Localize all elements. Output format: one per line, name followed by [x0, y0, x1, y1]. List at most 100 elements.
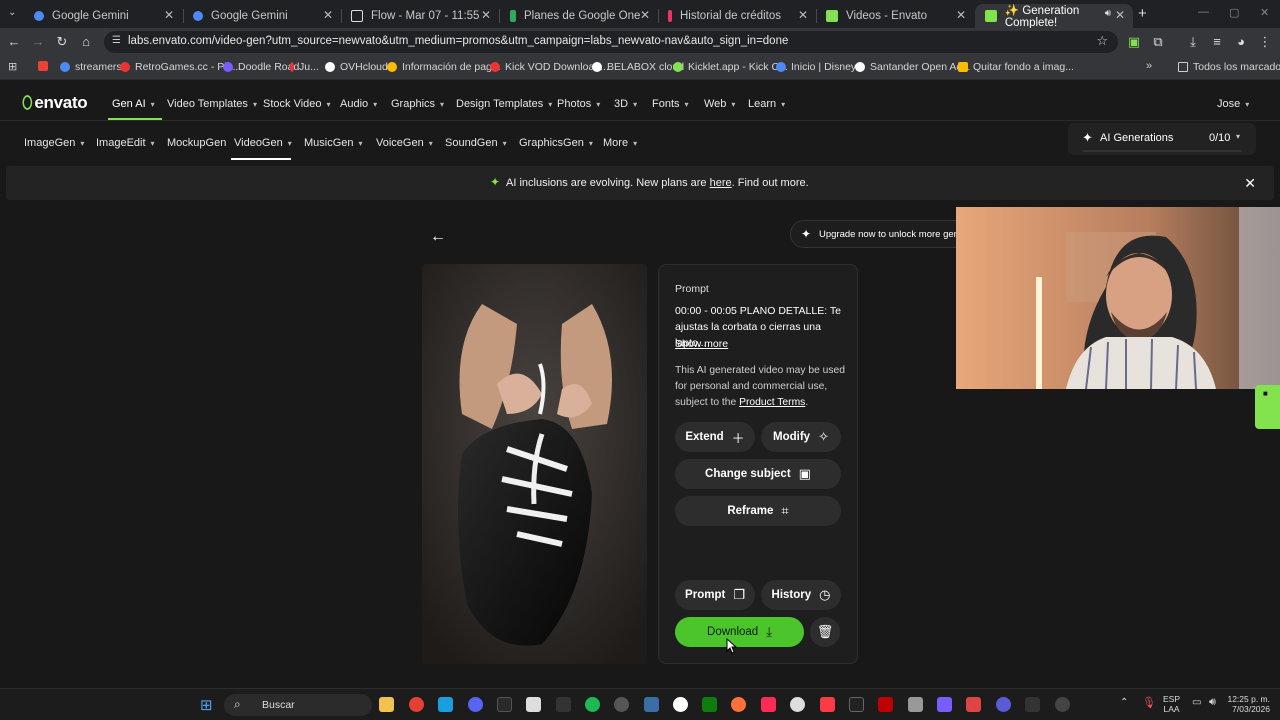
change-subject-button[interactable]: Change subject ▣ — [675, 459, 841, 489]
close-icon[interactable]: ✕ — [956, 8, 966, 22]
app-icon[interactable] — [497, 697, 512, 712]
4k-icon[interactable] — [614, 697, 629, 712]
speaker-icon[interactable]: 🔊︎ — [1105, 8, 1111, 19]
epic-games-icon[interactable] — [556, 697, 571, 712]
envato-logo[interactable]: ⬯ envato — [22, 93, 88, 113]
nav-gen-ai[interactable]: Gen AI ▾ — [112, 98, 155, 110]
subnav-videogen[interactable]: VideoGen ▾ — [234, 137, 292, 149]
clock[interactable]: 12:25 p. m. 7/03/2026 — [1225, 694, 1270, 714]
feedback-tab[interactable]: ■ — [1255, 385, 1280, 429]
minimize-icon[interactable]: — — [1198, 6, 1209, 18]
nav-fonts[interactable]: Fonts ▾ — [652, 98, 689, 110]
tab-google-gemini-1[interactable]: Google Gemini ✕ — [24, 4, 182, 28]
all-bookmarks[interactable]: Todos los marcadores — [1178, 61, 1280, 73]
modify-button[interactable]: Modify ✧ — [761, 422, 841, 452]
reframe-button[interactable]: Reframe ⌗ — [675, 496, 841, 526]
new-tab-icon[interactable]: + — [1138, 5, 1147, 22]
nav-learn[interactable]: Learn ▾ — [748, 98, 785, 110]
bookmark-belabox[interactable]: BELABOX cloud — [592, 61, 684, 73]
forward-icon[interactable]: → — [30, 34, 46, 49]
taskbar-search[interactable]: ⌕ Buscar — [224, 694, 372, 716]
nav-photos[interactable]: Photos ▾ — [557, 98, 600, 110]
telegram-icon[interactable] — [438, 697, 453, 712]
nav-video-templates[interactable]: Video Templates ▾ — [167, 98, 257, 110]
close-icon[interactable]: ✕ — [323, 8, 333, 22]
bookmark-disney[interactable]: Inicio | Disney+ — [776, 61, 862, 73]
volume-icon[interactable]: 🔊︎ — [1209, 696, 1216, 709]
show-more-link[interactable]: Show more — [675, 338, 728, 350]
bookmark-santander[interactable]: Santander Open Ac... — [855, 61, 970, 73]
subnav-graphicsgen[interactable]: GraphicsGen ▾ — [519, 137, 593, 149]
bookmark-gmail[interactable] — [38, 61, 53, 71]
tab-historial[interactable]: Historial de créditos ✕ — [658, 4, 816, 28]
tab-google-gemini-2[interactable]: Google Gemini ✕ — [183, 4, 341, 28]
app-icon-6[interactable] — [1055, 697, 1070, 712]
nav-stock-video[interactable]: Stock Video ▾ — [263, 98, 331, 110]
star-icon[interactable]: ☆ — [1096, 33, 1108, 49]
microphone-icon[interactable]: 🎙︎ — [1142, 696, 1156, 709]
profile-avatar-icon[interactable]: ◕ — [1233, 34, 1249, 49]
file-explorer-icon[interactable] — [379, 697, 394, 712]
bookmark-streamers[interactable]: streamers — [60, 61, 122, 73]
subnav-mockupgen[interactable]: MockupGen — [167, 137, 226, 149]
grid-app-icon[interactable] — [937, 697, 952, 712]
bookmark-kicklet[interactable]: Kicklet.app - Kick C... — [673, 61, 788, 73]
filezilla-icon[interactable] — [878, 697, 893, 712]
product-terms-link[interactable]: Product Terms — [739, 397, 805, 408]
ai-generations-counter[interactable]: ✦ AI Generations 0/10 ▾ — [1068, 123, 1256, 155]
apple-music-icon[interactable] — [820, 697, 835, 712]
download-icon[interactable]: ⤓ — [1185, 34, 1201, 50]
close-icon[interactable]: ✕ — [640, 8, 650, 22]
tab-search-icon[interactable]: ⌄ — [8, 7, 16, 18]
close-icon[interactable]: ✕ — [1115, 8, 1125, 22]
subnav-imageedit[interactable]: ImageEdit ▾ — [96, 137, 155, 149]
close-icon[interactable]: ✕ — [164, 8, 174, 22]
language-indicator[interactable]: ESP LAA — [1163, 694, 1180, 714]
apps-grid-icon[interactable]: ⊞ — [8, 60, 17, 73]
close-icon[interactable]: ✕ — [1244, 175, 1256, 192]
tiktok-icon[interactable] — [761, 697, 776, 712]
bookmark-informacion[interactable]: Información de pag... — [387, 61, 501, 73]
network-icon[interactable]: ▭ — [1192, 697, 1201, 708]
banner-link[interactable]: here — [710, 177, 732, 189]
media-player-icon[interactable] — [644, 697, 659, 712]
nav-graphics[interactable]: Graphics ▾ — [391, 98, 444, 110]
subnav-more[interactable]: More ▾ — [603, 137, 637, 149]
discord-icon[interactable] — [468, 697, 483, 712]
nav-design-templates[interactable]: Design Templates ▾ — [456, 98, 552, 110]
history-button[interactable]: History ◷ — [761, 580, 841, 610]
delete-button[interactable]: 🗑︎ — [810, 617, 840, 647]
nav-audio[interactable]: Audio ▾ — [340, 98, 377, 110]
maximize-icon[interactable]: ▢ — [1229, 6, 1239, 19]
site-info-icon[interactable]: ☰ — [112, 35, 121, 46]
prompt-button[interactable]: Prompt ❐ — [675, 580, 755, 610]
subnav-musicgen[interactable]: MusicGen ▾ — [304, 137, 363, 149]
bookmark-ovhcloud[interactable]: OVHcloud — [325, 61, 388, 73]
tab-generation-complete[interactable]: ✨ Generation Complete! 🔊︎ ✕ — [975, 4, 1133, 29]
tray-chevron-icon[interactable]: ⌃ — [1120, 697, 1128, 708]
bookmark-quitar-fondo[interactable]: Quitar fondo a imag... — [958, 61, 1074, 73]
google-icon[interactable] — [673, 697, 688, 712]
windows-start-icon[interactable]: ⊞ — [200, 696, 213, 714]
back-icon[interactable]: ← — [6, 34, 22, 49]
app-icon-4[interactable] — [996, 697, 1011, 712]
window-close-icon[interactable]: ✕ — [1260, 6, 1269, 19]
chrome-icon[interactable] — [409, 697, 424, 712]
download-button[interactable]: Download ⤓ — [675, 617, 804, 647]
upgrade-pill[interactable]: ✦ Upgrade now to unlock more genera — [790, 220, 980, 248]
capcut-icon[interactable] — [526, 697, 541, 712]
more-bookmarks-icon[interactable]: » — [1146, 60, 1152, 72]
tab-google-one[interactable]: Planes de Google One ✕ — [500, 4, 658, 28]
obs-icon[interactable] — [790, 697, 805, 712]
spotify-icon[interactable] — [585, 697, 600, 712]
firefox-icon[interactable] — [731, 697, 746, 712]
close-icon[interactable]: ✕ — [481, 8, 491, 22]
media-icon[interactable]: ≡ — [1209, 34, 1225, 49]
app-icon-3[interactable] — [966, 697, 981, 712]
bookmark-doodle-road[interactable]: Doodle Road — [223, 61, 299, 73]
app-icon-2[interactable] — [849, 697, 864, 712]
usb-icon[interactable] — [908, 697, 923, 712]
subnav-voicegen[interactable]: VoiceGen ▾ — [376, 137, 433, 149]
tab-videos-envato[interactable]: Videos - Envato ✕ — [816, 4, 974, 28]
app-icon-5[interactable] — [1025, 697, 1040, 712]
